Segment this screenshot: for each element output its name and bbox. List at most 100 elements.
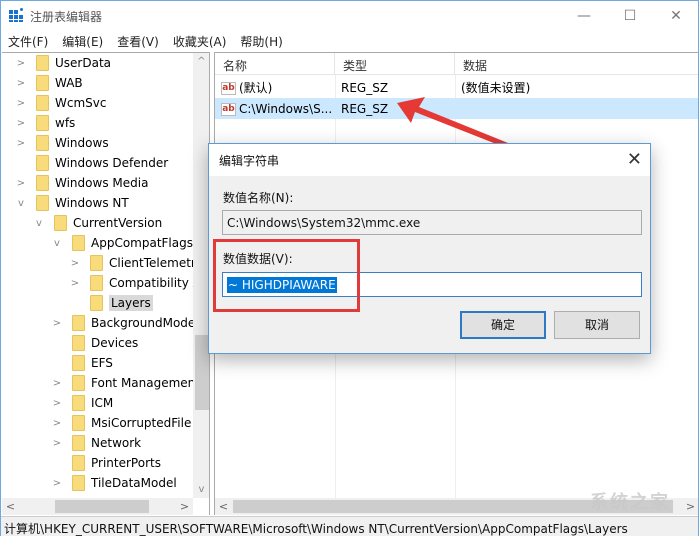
menu-help[interactable]: 帮助(H) [233, 31, 289, 51]
tree-item-label: ICM [91, 396, 114, 410]
value-name: C:\Windows\S... [239, 101, 333, 116]
title-bar: 注册表编辑器 — ☐ ✕ [1, 1, 698, 31]
tree-item[interactable]: Layers [70, 293, 153, 313]
collapse-chevron-icon[interactable]: v [52, 238, 62, 249]
expand-chevron-icon[interactable]: > [70, 278, 80, 289]
minimize-button[interactable]: — [561, 1, 607, 31]
menu-favorites[interactable]: 收藏夹(A) [166, 31, 234, 51]
expand-chevron-icon[interactable]: > [16, 78, 26, 89]
expand-chevron-icon[interactable]: > [70, 258, 80, 269]
folder-icon [72, 315, 85, 331]
close-icon: ✕ [670, 8, 682, 24]
close-button[interactable]: ✕ [653, 1, 699, 31]
menu-edit[interactable]: 编辑(E) [55, 31, 110, 51]
menu-view[interactable]: 查看(V) [110, 31, 166, 51]
dialog-close-icon[interactable]: ✕ [627, 149, 642, 170]
folder-icon [36, 175, 49, 191]
tree-item-label: Windows NT [55, 196, 129, 210]
expand-chevron-icon[interactable]: > [16, 98, 26, 109]
scroll-right-icon[interactable]: > [682, 498, 698, 515]
tree-item-label: Font Managemen [91, 376, 196, 390]
expand-chevron-icon[interactable]: > [52, 398, 62, 409]
tree-item[interactable]: EFS [52, 353, 113, 373]
tree-item[interactable]: v CurrentVersion [34, 213, 162, 233]
tree-item-label: WcmSvc [55, 96, 107, 110]
scroll-left-icon[interactable]: < [2, 498, 19, 515]
tree-item-label: ClientTelemetr [109, 256, 196, 270]
tree-item[interactable]: > Windows Media [16, 173, 148, 193]
collapse-chevron-icon[interactable]: v [34, 218, 44, 229]
collapse-chevron-icon[interactable]: v [16, 198, 26, 209]
tree-item[interactable]: > ClientTelemetr [70, 253, 196, 273]
folder-icon [72, 235, 85, 251]
folder-icon [72, 355, 85, 371]
registry-key-tree: > UserData > WAB > WcmSvc > wfs > Windows Windows … [2, 52, 210, 515]
tree-horizontal-scrollbar[interactable]: < > [2, 498, 193, 515]
ok-button[interactable]: 确定 [460, 311, 546, 339]
expand-chevron-icon[interactable]: > [52, 478, 62, 489]
tree-item[interactable]: > TileDataModel [52, 473, 177, 493]
expand-chevron-icon[interactable]: > [52, 378, 62, 389]
expand-chevron-icon[interactable]: > [52, 438, 62, 449]
tree-hscroll-thumb[interactable] [55, 500, 149, 513]
tree-item[interactable]: > MsiCorruptedFile [52, 413, 191, 433]
tree-item[interactable]: > Font Managemen [52, 373, 195, 393]
expand-chevron-icon[interactable]: > [16, 178, 26, 189]
maximize-button[interactable]: ☐ [607, 1, 653, 31]
column-name[interactable]: 名称 [215, 53, 335, 75]
menu-bar: 文件(F) 编辑(E) 查看(V) 收藏夹(A) 帮助(H) [1, 31, 698, 51]
folder-icon [36, 135, 49, 151]
cancel-button[interactable]: 取消 [554, 311, 640, 339]
tree-item[interactable]: > WcmSvc [16, 93, 106, 113]
folder-icon [72, 415, 85, 431]
registry-editor-icon [9, 7, 24, 22]
tree-item[interactable]: > BackgroundMode [52, 313, 195, 333]
tree-item-label: BackgroundMode [91, 316, 196, 330]
column-data[interactable]: 数据 [455, 53, 698, 75]
folder-icon [36, 115, 49, 131]
folder-icon [36, 95, 49, 111]
window-title: 注册表编辑器 [30, 10, 103, 24]
tree-item[interactable]: > WAB [16, 73, 83, 93]
scroll-down-icon[interactable]: v [193, 481, 209, 498]
tree-item[interactable]: v AppCompatFlags [52, 233, 193, 253]
expand-chevron-icon[interactable]: > [16, 118, 26, 129]
tree-item-label: Network [91, 436, 142, 450]
tree-item[interactable]: Devices [52, 333, 138, 353]
tree-item-label: WAB [55, 76, 83, 90]
expand-chevron-icon[interactable]: > [52, 418, 62, 429]
tree-item[interactable]: > Windows [16, 133, 109, 153]
tree-vscroll-thumb[interactable] [195, 335, 209, 410]
tree-item[interactable]: > Network [52, 433, 141, 453]
tree-item[interactable]: > UserData [16, 53, 111, 73]
watermark: 系统之家 [590, 492, 670, 513]
tree-item-label: Windows Media [55, 176, 149, 190]
tree-item[interactable]: Windows Defender [16, 153, 168, 173]
expand-chevron-icon[interactable]: > [16, 138, 26, 149]
string-value-icon: ab [221, 102, 236, 116]
tree-item-label: Compatibility A [109, 276, 201, 290]
folder-icon [54, 215, 67, 231]
scroll-right-icon[interactable]: > [176, 498, 193, 515]
tree-item[interactable]: > ICM [52, 393, 113, 413]
expand-chevron-icon[interactable]: > [16, 58, 26, 69]
column-type[interactable]: 类型 [335, 53, 455, 75]
tree-item-label: PrinterPorts [91, 456, 161, 470]
expand-chevron-icon[interactable]: > [52, 318, 62, 329]
maximize-icon: ☐ [623, 8, 637, 24]
tree-item-label: Devices [91, 336, 139, 350]
scroll-up-icon[interactable]: ^ [193, 53, 209, 70]
folder-icon [36, 155, 49, 171]
menu-file[interactable]: 文件(F) [1, 31, 55, 51]
scroll-left-icon[interactable]: < [215, 498, 232, 515]
folder-icon [36, 55, 49, 71]
tree-item[interactable]: PrinterPorts [52, 453, 161, 473]
value-name-field[interactable]: C:\Windows\System32\mmc.exe [222, 210, 642, 235]
value-type: REG_SZ [341, 80, 389, 95]
tree-item[interactable]: > wfs [16, 113, 75, 133]
value-name-label: 数值名称(N): [223, 191, 294, 205]
folder-icon [72, 435, 85, 451]
tree-item[interactable]: > Compatibility A [70, 273, 201, 293]
tree-item[interactable]: v Windows NT [16, 193, 129, 213]
tree-item-label: wfs [55, 116, 76, 130]
